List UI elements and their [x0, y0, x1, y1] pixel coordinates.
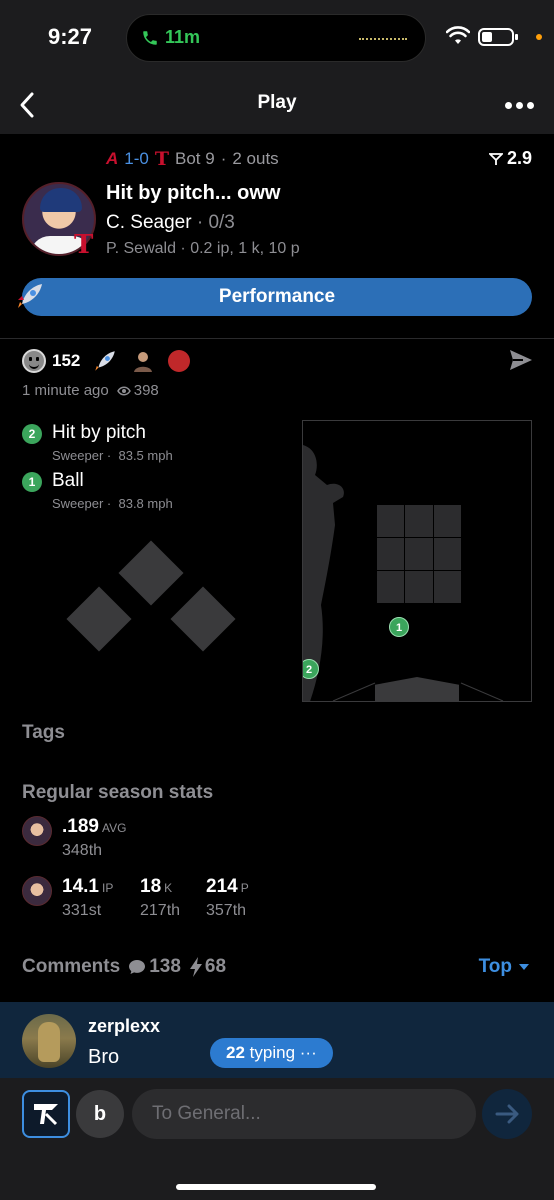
- batter-line: C. Seager · 0/3: [106, 212, 235, 233]
- tags-heading: Tags: [22, 722, 65, 743]
- rocket-icon: [18, 284, 42, 308]
- second-base: [118, 540, 184, 606]
- typing-count: 22: [226, 1043, 245, 1062]
- chat-bubble-icon: [129, 960, 146, 974]
- pitcher-line: P. Sewald · 0.2 ip, 1 k, 10 p: [106, 240, 300, 257]
- phone-icon: [143, 30, 157, 45]
- dynamic-island[interactable]: 11m: [126, 14, 426, 62]
- battery-icon: [478, 28, 518, 46]
- batter-name[interactable]: C. Seager: [106, 212, 192, 233]
- bolt-count: 68: [204, 956, 227, 977]
- win-prob-value: 2.9: [506, 148, 532, 168]
- sort-dropdown[interactable]: Top: [479, 956, 530, 978]
- avg-stat: .189 AVG 348th: [62, 816, 127, 859]
- batter-stats-row[interactable]: .189 AVG 348th: [22, 816, 322, 866]
- status-time: 9:27: [48, 24, 93, 49]
- score-text: 1-0: [124, 149, 149, 168]
- away-team-logo: A: [106, 149, 119, 168]
- pitch-number-badge: 1: [22, 472, 42, 492]
- comment-count: 138: [149, 956, 181, 977]
- batter-mini-avatar: [22, 816, 52, 846]
- k-stat: 18 K 217th: [140, 876, 181, 919]
- arrow-right-icon: [495, 1104, 519, 1124]
- bases-diamond: [66, 540, 236, 652]
- divider: [0, 338, 554, 339]
- send-button[interactable]: [482, 1089, 532, 1139]
- pitch-item[interactable]: 1 Ball Sweeper · 83.8 mph: [22, 470, 282, 514]
- inning-text: Bot 9: [175, 149, 215, 168]
- user-avatar-button[interactable]: b: [76, 1090, 124, 1138]
- bolt-icon: [189, 957, 202, 977]
- wifi-icon: [446, 26, 470, 44]
- play-meta: 1 minute ago 398: [22, 382, 159, 399]
- latest-comment[interactable]: zerplexx Bro 22 typing ···: [0, 1002, 554, 1078]
- pitcher-mini-avatar: [22, 876, 52, 906]
- outs-text: 2 outs: [232, 149, 279, 168]
- play-headline: Hit by pitch... oww: [106, 182, 281, 204]
- call-indicator: 11m: [141, 27, 200, 48]
- compose-bar: b: [0, 1078, 554, 1200]
- caret-down-icon: [519, 964, 529, 970]
- pitch-detail: Sweeper · 83.8 mph: [52, 496, 173, 511]
- home-team-logo: T: [154, 148, 169, 170]
- third-base: [66, 586, 132, 652]
- privacy-indicator: [536, 34, 542, 40]
- home-indicator[interactable]: [176, 1184, 376, 1190]
- more-options-icon[interactable]: [505, 102, 534, 109]
- pitch-location-1[interactable]: 1: [389, 617, 409, 637]
- app-logo-icon: [34, 1104, 58, 1126]
- audio-wave-icon: [359, 38, 407, 40]
- pitcher-reaction-icon[interactable]: [130, 348, 156, 374]
- ip-stat: 14.1 IP 331st: [62, 876, 114, 919]
- share-icon[interactable]: [508, 348, 534, 372]
- typing-indicator[interactable]: 22 typing ···: [210, 1038, 333, 1068]
- smiley-icon: [22, 349, 46, 373]
- app-logo-button[interactable]: [22, 1090, 70, 1138]
- team-badge-icon: T: [74, 230, 94, 260]
- time-ago: 1 minute ago: [22, 382, 109, 399]
- pitch-number-badge: 2: [22, 424, 42, 444]
- red-dot-reaction-icon[interactable]: [168, 350, 191, 372]
- comments-header: Comments 138 68: [22, 956, 226, 978]
- status-bar: 9:27 11m: [0, 0, 554, 76]
- season-stats-heading: Regular season stats: [22, 782, 214, 803]
- eye-icon: [116, 386, 131, 395]
- win-probability[interactable]: 2.9: [488, 148, 532, 169]
- pitch-detail: Sweeper · 83.5 mph: [52, 448, 173, 463]
- view-count: 398: [133, 382, 159, 399]
- performance-button[interactable]: Performance: [22, 278, 532, 316]
- rocket-reaction-icon[interactable]: [92, 348, 118, 374]
- strike-zone-panel[interactable]: 1 2: [302, 420, 532, 702]
- batter-stats: 0/3: [208, 212, 235, 233]
- comment-text: Bro: [88, 1046, 120, 1068]
- message-input[interactable]: [132, 1089, 476, 1139]
- pitcher-stats-row[interactable]: 14.1 IP 331st 18 K 217th 214 P 357th: [22, 876, 422, 926]
- leverage-icon: [488, 152, 503, 165]
- commenter-name[interactable]: zerplexx: [88, 1016, 160, 1037]
- pitch-item[interactable]: 2 Hit by pitch Sweeper · 83.5 mph: [22, 422, 282, 466]
- commenter-avatar[interactable]: [22, 1014, 76, 1068]
- reaction-bar: 152: [22, 348, 191, 374]
- nav-bar: Play: [0, 76, 554, 134]
- p-stat: 214 P 357th: [206, 876, 249, 919]
- pitch-result: Ball: [52, 470, 84, 491]
- sort-label: Top: [478, 956, 512, 977]
- comments-label: Comments: [22, 956, 121, 977]
- first-base: [170, 586, 236, 652]
- call-duration: 11m: [165, 27, 201, 47]
- page-title: Play: [257, 92, 297, 113]
- reaction-button[interactable]: 152: [22, 349, 80, 373]
- pitch-result: Hit by pitch: [52, 422, 146, 443]
- reaction-count: 152: [52, 351, 81, 370]
- typing-label: typing ···: [249, 1043, 317, 1062]
- game-score[interactable]: A 1-0 T Bot 9 · 2 outs: [106, 148, 279, 170]
